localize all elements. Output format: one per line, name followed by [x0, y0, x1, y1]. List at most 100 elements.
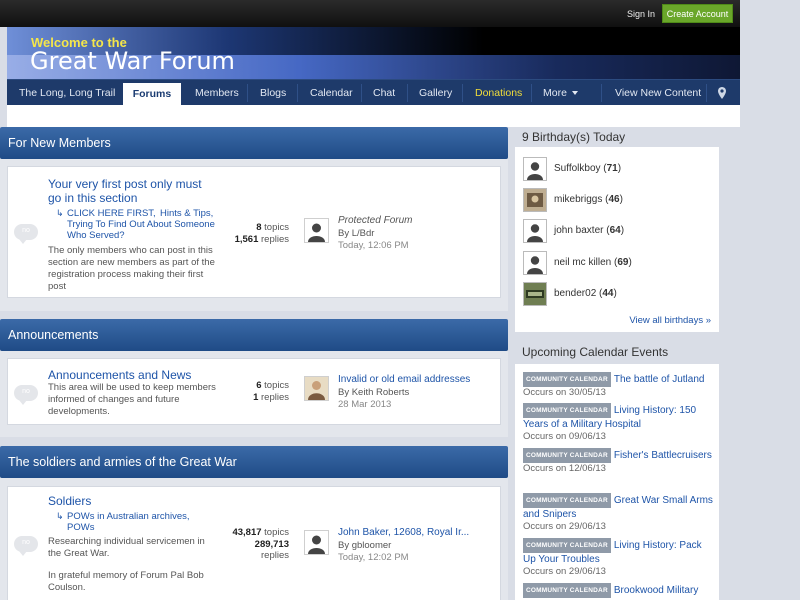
nav-separator	[297, 84, 298, 102]
view-all-birthdays-link[interactable]: View all birthdays »	[629, 315, 711, 326]
nav-separator	[531, 84, 532, 102]
calendar-event[interactable]: COMMUNITY CALENDARBrookwood Military Cem…	[523, 583, 715, 600]
event-title[interactable]: Fisher's Battlecruisers	[614, 450, 712, 461]
subforum-link[interactable]: POWs in Australian archives,	[67, 511, 207, 522]
member-name[interactable]: bender02	[554, 288, 596, 299]
reply-count: 1	[253, 391, 259, 403]
birthday-item[interactable]: Suffolkboy (71)	[523, 157, 713, 183]
birthday-member[interactable]: bender02 (44)	[554, 288, 617, 299]
nav-view-new-content[interactable]: View New Content	[615, 80, 701, 106]
map-pin-icon[interactable]	[718, 87, 726, 99]
nav-calendar[interactable]: Calendar	[310, 80, 353, 106]
nav-separator	[361, 84, 362, 102]
event-date: Occurs on 12/06/13	[523, 463, 606, 474]
avatar[interactable]	[523, 188, 547, 212]
reply-count: 1,561	[234, 233, 259, 245]
calendar-event[interactable]: COMMUNITY CALENDAR Fisher's Battlecruiser…	[523, 448, 715, 475]
community-calendar-badge: COMMUNITY CALENDAR	[523, 493, 611, 508]
calendar-event[interactable]: COMMUNITY CALENDAR Great War Small Arms a…	[523, 493, 715, 533]
site-banner[interactable]: Welcome to the Great War Forum	[7, 27, 740, 79]
last-post-title[interactable]: Invalid or old email addresses	[338, 374, 470, 385]
forum-stats: 43,817 topics 289,713 replies	[209, 527, 289, 562]
last-post-title[interactable]: John Baker, 12608, Royal Ir...	[338, 527, 469, 538]
chat-bubble-icon: no	[14, 224, 38, 244]
birthday-member[interactable]: Suffolkboy (71)	[554, 163, 621, 174]
subforum-arrow-icon: ↳	[56, 208, 64, 218]
birthday-member[interactable]: neil mc killen (69)	[554, 257, 632, 268]
birthday-member[interactable]: john baxter (64)	[554, 225, 624, 236]
nav-separator	[706, 84, 707, 102]
forum-stats: 6 topics 1 replies	[223, 380, 289, 403]
member-age: 64	[609, 225, 621, 236]
forum-row: no Your very first post only must go in …	[7, 166, 501, 298]
chat-bubble-icon: no	[14, 385, 38, 405]
forum-row: no Soldiers ↳ POWs in Australian archive…	[7, 486, 501, 600]
chat-bubble-icon: no	[14, 536, 38, 556]
subforum-link[interactable]: POWs	[67, 522, 127, 533]
replies-label: replies	[261, 550, 289, 561]
nav-members[interactable]: Members	[195, 80, 239, 106]
avatar[interactable]	[523, 157, 547, 181]
avatar[interactable]	[523, 282, 547, 306]
calendar-event[interactable]: COMMUNITY CALENDAR Living History: Pack U…	[523, 538, 715, 578]
forum-row: no Announcements and News This area will…	[7, 358, 501, 425]
avatar[interactable]	[304, 530, 329, 555]
subforum-link[interactable]: Hints & Tips, Trying To Find Out About S…	[67, 208, 217, 241]
avatar[interactable]	[523, 251, 547, 275]
nav-forums[interactable]: Forums	[123, 83, 181, 106]
calendar-event[interactable]: COMMUNITY CALENDAR Living History: 150 Ye…	[523, 403, 715, 443]
last-post-author[interactable]: By Keith Roberts	[338, 387, 409, 398]
birthday-member[interactable]: mikebriggs (46)	[554, 194, 623, 205]
member-age: 46	[608, 194, 620, 205]
nav-chat[interactable]: Chat	[373, 80, 395, 106]
last-post-author[interactable]: By gbloomer	[338, 540, 391, 551]
nav-more[interactable]: More	[543, 80, 578, 106]
forum-title-link[interactable]: Soldiers	[48, 494, 198, 508]
category-header-soldiers-armies[interactable]: The soldiers and armies of the Great War	[0, 446, 508, 478]
event-title[interactable]: The battle of Jutland	[614, 374, 705, 385]
avatar[interactable]	[304, 218, 329, 243]
nav-separator	[601, 84, 602, 102]
avatar[interactable]	[523, 219, 547, 243]
topic-count: 8	[256, 222, 262, 233]
member-name[interactable]: mikebriggs	[554, 194, 602, 205]
category-header-announcements[interactable]: Announcements	[0, 319, 508, 351]
birthday-item[interactable]: john baxter (64)	[523, 219, 713, 245]
nav-blogs[interactable]: Blogs	[260, 80, 286, 106]
forum-title-link[interactable]: Announcements and News	[48, 368, 248, 382]
forum-dedication: In grateful memory of Forum Pal Bob Coul…	[48, 570, 204, 593]
birthdays-header: 9 Birthday(s) Today	[522, 130, 626, 144]
calendar-events-panel: COMMUNITY CALENDAR The battle of Jutland …	[515, 364, 719, 600]
birthday-item[interactable]: bender02 (44)	[523, 282, 713, 308]
category-header-new-members[interactable]: For New Members	[0, 127, 508, 159]
nav-long-long-trail[interactable]: The Long, Long Trail	[19, 80, 115, 106]
community-calendar-badge: COMMUNITY CALENDAR	[523, 538, 611, 553]
nav-donations[interactable]: Donations	[475, 80, 522, 106]
community-calendar-badge: COMMUNITY CALENDAR	[523, 583, 611, 598]
last-post-author[interactable]: By L/Bdr	[338, 228, 374, 239]
last-post-title[interactable]: Protected Forum	[338, 215, 412, 226]
category-body: no Your very first post only must go in …	[0, 159, 508, 311]
calendar-event[interactable]: COMMUNITY CALENDAR The battle of Jutland …	[523, 372, 715, 399]
birthday-item[interactable]: mikebriggs (46)	[523, 188, 713, 214]
event-date: Occurs on 29/06/13	[523, 521, 606, 532]
forum-title-link[interactable]: Your very first post only must go in thi…	[48, 177, 218, 205]
replies-label: replies	[261, 233, 289, 245]
member-name[interactable]: john baxter	[554, 225, 603, 236]
birthday-item[interactable]: neil mc killen (69)	[523, 251, 713, 277]
nav-more-label: More	[543, 87, 567, 99]
create-account-button[interactable]: Create Account	[662, 4, 733, 23]
top-user-bar: Sign In Create Account	[0, 0, 740, 27]
member-age: 71	[606, 163, 618, 174]
nav-separator	[247, 84, 248, 102]
reply-count: 289,713	[254, 538, 289, 550]
member-name[interactable]: neil mc killen	[554, 257, 611, 268]
sign-in-link[interactable]: Sign In	[627, 9, 655, 19]
avatar[interactable]	[304, 376, 329, 401]
nav-gallery[interactable]: Gallery	[419, 80, 452, 106]
content-top-strip	[7, 105, 740, 127]
last-post-date: Today, 12:06 PM	[338, 240, 409, 251]
calendar-events-header: Upcoming Calendar Events	[522, 345, 669, 359]
birthdays-panel: Suffolkboy (71) mikebriggs (46) john bax…	[515, 147, 719, 332]
member-name[interactable]: Suffolkboy	[554, 163, 601, 174]
